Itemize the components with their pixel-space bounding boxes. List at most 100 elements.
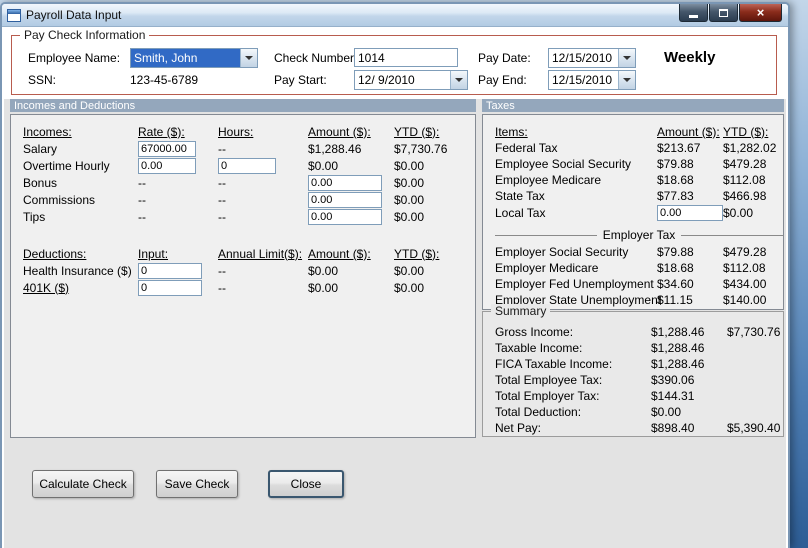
summary-amount: $1,288.46: [651, 325, 705, 339]
commissions-amount-input[interactable]: [308, 191, 382, 208]
amount-col-header: Amount ($):: [308, 246, 371, 261]
input-401k[interactable]: [138, 279, 202, 296]
bonus-ytd: $0.00: [394, 175, 425, 190]
summary-label-text: Total Employer Tax:: [495, 389, 600, 403]
summary-label-text: Net Pay:: [495, 421, 542, 435]
health-insurance-limit: --: [218, 263, 226, 278]
bonus-amount-input[interactable]: [308, 174, 382, 191]
close-icon: ×: [756, 5, 765, 20]
window-title: Payroll Data Input: [26, 8, 122, 22]
minimize-button[interactable]: [679, 4, 708, 22]
summary-ytd: $7,730.76: [727, 325, 781, 339]
tax-row-federal: Federal Tax $213.67 $1,282.02: [495, 140, 783, 156]
bonus-hours: --: [218, 175, 226, 190]
check-number-input[interactable]: [354, 48, 458, 67]
summary-label-text: Gross Income:: [495, 325, 574, 339]
titlebar[interactable]: Payroll Data Input ×: [2, 4, 788, 27]
tax-row-employer-medicare: Employer Medicare $18.68 $112.08: [495, 260, 783, 276]
taxes-header: Taxes: [482, 99, 784, 112]
overtime-amount: $0.00: [308, 158, 339, 173]
salary-rate-input[interactable]: [138, 140, 196, 157]
ssn-label: SSN:: [28, 73, 57, 87]
tips-rate: --: [138, 209, 146, 224]
deduction-header-row: Deductions: Input: Annual Limit($): Amou…: [23, 245, 475, 262]
tax-label: Employee Social Security: [495, 157, 632, 171]
tax-amount: $18.68: [657, 261, 694, 275]
pay-frequency-label: Weekly: [664, 49, 716, 66]
pay-date-datepicker[interactable]: 12/15/2010: [548, 48, 636, 68]
income-label: Salary: [23, 141, 58, 156]
pay-start-value: 12/ 9/2010: [358, 73, 415, 87]
tax-label: Local Tax: [495, 206, 546, 220]
pay-date-value: 12/15/2010: [552, 51, 613, 65]
summary-amount: $0.00: [651, 405, 682, 419]
calculate-check-button[interactable]: Calculate Check: [32, 470, 134, 498]
summary-group-label: Summary: [491, 304, 551, 318]
local-tax-input[interactable]: [657, 205, 723, 221]
tips-ytd: $0.00: [394, 209, 425, 224]
incomes-deductions-body: Incomes: Rate ($): Hours: Amount ($): YT…: [10, 114, 476, 438]
employee-name-combobox[interactable]: Smith, John: [130, 48, 258, 68]
overtime-rate-input[interactable]: [138, 157, 196, 174]
summary-ytd: $5,390.40: [727, 421, 781, 435]
deduction-label-401k: 401K ($): [23, 280, 70, 295]
income-label: Tips: [23, 209, 46, 224]
tax-ytd: $479.28: [723, 157, 767, 171]
summary-amount: $144.31: [651, 389, 695, 403]
chevron-down-icon: [623, 56, 631, 60]
summary-amount: $898.40: [651, 421, 695, 435]
pay-end-datepicker[interactable]: 12/15/2010: [548, 70, 636, 90]
overtime-hours-input[interactable]: [218, 157, 276, 174]
annual-limit-col-header: Annual Limit($):: [218, 246, 303, 261]
minimize-icon: [689, 14, 698, 18]
taxes-body: Items: Amount ($): YTD ($): Federal Tax …: [482, 114, 784, 310]
employer-tax-subheader: Employer Tax: [602, 228, 676, 242]
summary-row-total-employee-tax: Total Employee Tax: $390.06: [495, 372, 783, 388]
summary-row-net-pay: Net Pay: $898.40 $5,390.40: [495, 420, 783, 436]
summary-row-taxable-income: Taxable Income: $1,288.46: [495, 340, 783, 356]
tax-amount: $213.67: [657, 141, 701, 155]
save-check-button[interactable]: Save Check: [156, 470, 238, 498]
ytd-401k: $0.00: [394, 280, 425, 295]
overtime-ytd: $0.00: [394, 158, 425, 173]
tax-ytd: $112.08: [723, 261, 766, 275]
tax-ytd: $0.00: [723, 206, 754, 220]
chevron-down-icon: [623, 78, 631, 82]
items-col-header: Items:: [495, 124, 528, 139]
employee-name-dropdown-button[interactable]: [240, 49, 257, 67]
salary-ytd: $7,730.76: [394, 141, 448, 156]
desktop: { "window": { "title": "Payroll Data Inp…: [0, 0, 808, 548]
tax-amount: $34.60: [657, 277, 694, 291]
salary-amount: $1,288.46: [308, 141, 362, 156]
paycheck-group-label: Pay Check Information: [20, 28, 150, 42]
pay-start-datepicker[interactable]: 12/ 9/2010: [354, 70, 468, 90]
commissions-rate: --: [138, 192, 146, 207]
close-check-button[interactable]: Close: [268, 470, 344, 498]
tax-ytd: $434.00: [723, 277, 767, 291]
paycheck-info-group: Pay Check Information Employee Name: Smi…: [11, 28, 777, 95]
summary-label-text: Total Employee Tax:: [495, 373, 603, 387]
incomes-col-header: Incomes:: [23, 124, 72, 139]
tips-amount-input[interactable]: [308, 208, 382, 225]
pay-end-dropdown-button[interactable]: [618, 71, 635, 89]
maximize-button[interactable]: [709, 4, 738, 22]
rate-col-header: Rate ($):: [138, 124, 185, 139]
divider-line: [681, 234, 784, 236]
tax-label: Employer Medicare: [495, 261, 599, 275]
tax-label: State Tax: [495, 189, 545, 203]
employee-name-label: Employee Name:: [28, 51, 121, 65]
ytd-col-header: YTD ($):: [723, 124, 769, 139]
health-insurance-ytd: $0.00: [394, 263, 425, 278]
summary-row-total-deduction: Total Deduction: $0.00: [495, 404, 783, 420]
pay-end-label: Pay End:: [478, 73, 527, 87]
income-row-salary: Salary -- $1,288.46 $7,730.76: [23, 140, 475, 157]
summary-row-gross-income: Gross Income: $1,288.46 $7,730.76: [495, 324, 783, 340]
close-button[interactable]: ×: [739, 4, 782, 22]
check-number-label: Check Number:: [274, 51, 358, 65]
health-insurance-input[interactable]: [138, 262, 202, 279]
pay-date-dropdown-button[interactable]: [618, 49, 635, 67]
tax-label: Federal Tax: [495, 141, 558, 155]
taxes-header-row: Items: Amount ($): YTD ($):: [495, 123, 783, 140]
pay-start-dropdown-button[interactable]: [450, 71, 467, 89]
incomes-deductions-header: Incomes and Deductions: [10, 99, 476, 112]
